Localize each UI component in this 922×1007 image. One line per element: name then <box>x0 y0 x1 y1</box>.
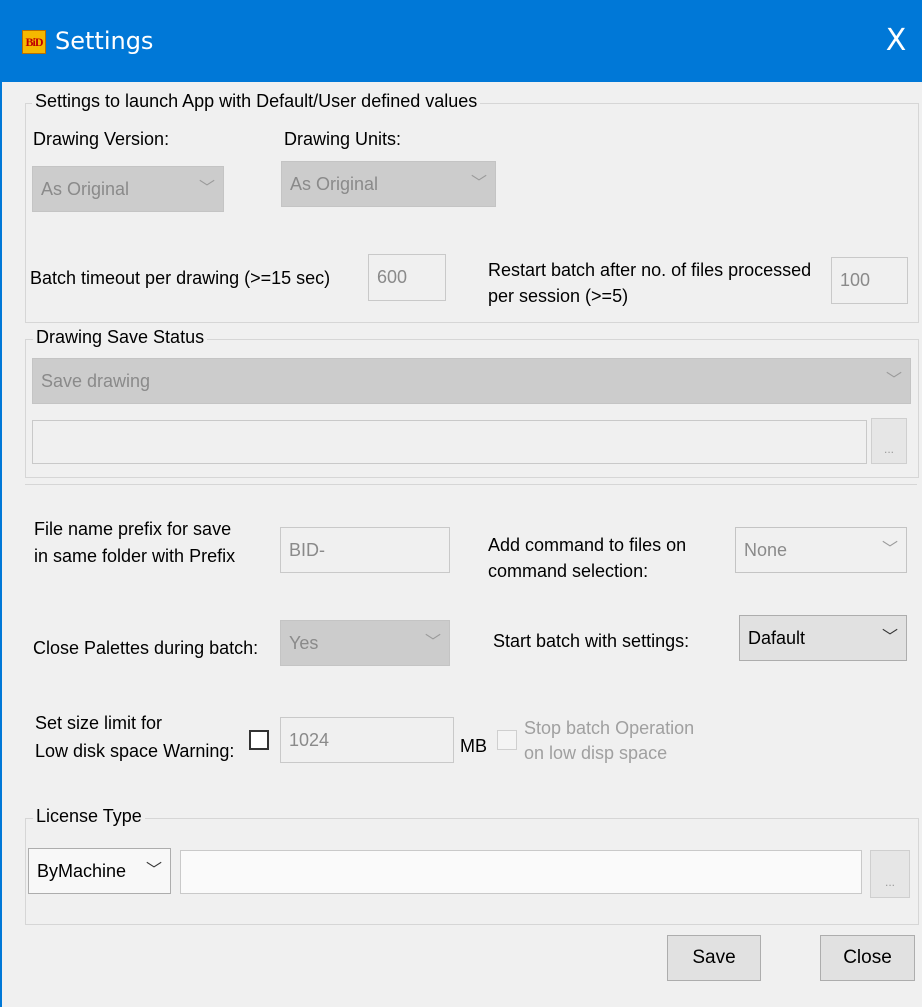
drawing-units-label: Drawing Units: <box>284 129 402 149</box>
stop-batch-checkbox[interactable] <box>497 730 517 750</box>
close-palettes-value: Yes <box>289 633 319 653</box>
save-button[interactable]: Save <box>667 935 761 981</box>
drawing-units-dropdown[interactable]: As Original ﹀ <box>281 161 496 207</box>
restart-batch-input[interactable]: 100 <box>831 257 908 304</box>
drawing-units-value: As Original <box>290 174 379 194</box>
close-icon[interactable]: X <box>870 16 922 66</box>
chevron-down-icon: ﹀ <box>424 634 441 651</box>
save-status-dropdown[interactable]: Save drawing ﹀ <box>32 358 911 404</box>
batch-timeout-input[interactable]: 600 <box>368 254 446 301</box>
add-command-value: None <box>744 540 788 560</box>
chevron-down-icon: ﹀ <box>881 629 898 646</box>
options-divider-top <box>25 484 917 485</box>
settings-dialog: BiD Settings X Settings to launch App wi… <box>0 0 922 1007</box>
size-limit-unit: MB <box>460 736 487 756</box>
size-limit-label-line2: Low disk space Warning: <box>35 741 235 761</box>
save-path-browse-button[interactable]: ... <box>871 418 907 464</box>
add-command-dropdown[interactable]: None ﹀ <box>735 527 907 573</box>
license-type-dropdown[interactable]: ByMachine ﹀ <box>28 848 171 894</box>
license-legend: License Type <box>33 806 145 827</box>
restart-batch-label-line1: Restart batch after no. of files process… <box>488 260 812 280</box>
license-browse-button[interactable]: ... <box>870 850 910 898</box>
launch-settings-legend: Settings to launch App with Default/User… <box>32 91 481 112</box>
prefix-label-line2: in same folder with Prefix <box>34 546 236 566</box>
close-button[interactable]: Close <box>820 935 915 981</box>
chevron-down-icon: ﹀ <box>470 175 487 192</box>
stop-batch-label-line2: on low disp space <box>524 743 668 763</box>
size-limit-label-line1: Set size limit for <box>35 713 163 733</box>
chevron-down-icon: ﹀ <box>198 180 215 197</box>
start-batch-dropdown[interactable]: Dafault ﹀ <box>739 615 907 661</box>
chevron-down-icon: ﹀ <box>881 541 898 558</box>
drawing-version-label: Drawing Version: <box>33 129 170 149</box>
prefix-input[interactable]: BID- <box>280 527 450 573</box>
chevron-down-icon: ﹀ <box>145 862 162 879</box>
size-limit-checkbox[interactable] <box>249 730 269 750</box>
batch-timeout-label: Batch timeout per drawing (>=15 sec) <box>30 268 331 288</box>
chevron-down-icon: ﹀ <box>885 372 902 389</box>
drawing-version-dropdown[interactable]: As Original ﹀ <box>32 166 224 212</box>
restart-batch-label-line2: per session (>=5) <box>488 286 629 306</box>
license-key-input[interactable] <box>180 850 862 894</box>
drawing-version-value: As Original <box>41 179 130 199</box>
start-batch-value: Dafault <box>748 628 806 648</box>
window-border <box>0 82 2 1007</box>
license-type-value: ByMachine <box>37 861 127 881</box>
close-palettes-dropdown[interactable]: Yes ﹀ <box>280 620 450 666</box>
title-bar[interactable]: BiD Settings X <box>0 0 922 82</box>
size-limit-input[interactable]: 1024 <box>280 717 454 763</box>
add-command-label-line1: Add command to files on <box>488 535 687 555</box>
close-palettes-label: Close Palettes during batch: <box>33 638 259 658</box>
save-status-legend: Drawing Save Status <box>33 327 208 348</box>
app-icon: BiD <box>22 30 46 54</box>
stop-batch-label-line1: Stop batch Operation <box>524 718 695 738</box>
window-title: Settings <box>55 27 154 55</box>
prefix-label-line1: File name prefix for save <box>34 519 232 539</box>
save-path-input[interactable] <box>32 420 867 464</box>
add-command-label-line2: command selection: <box>488 561 649 581</box>
save-status-value: Save drawing <box>41 371 151 391</box>
start-batch-label: Start batch with settings: <box>493 631 690 651</box>
